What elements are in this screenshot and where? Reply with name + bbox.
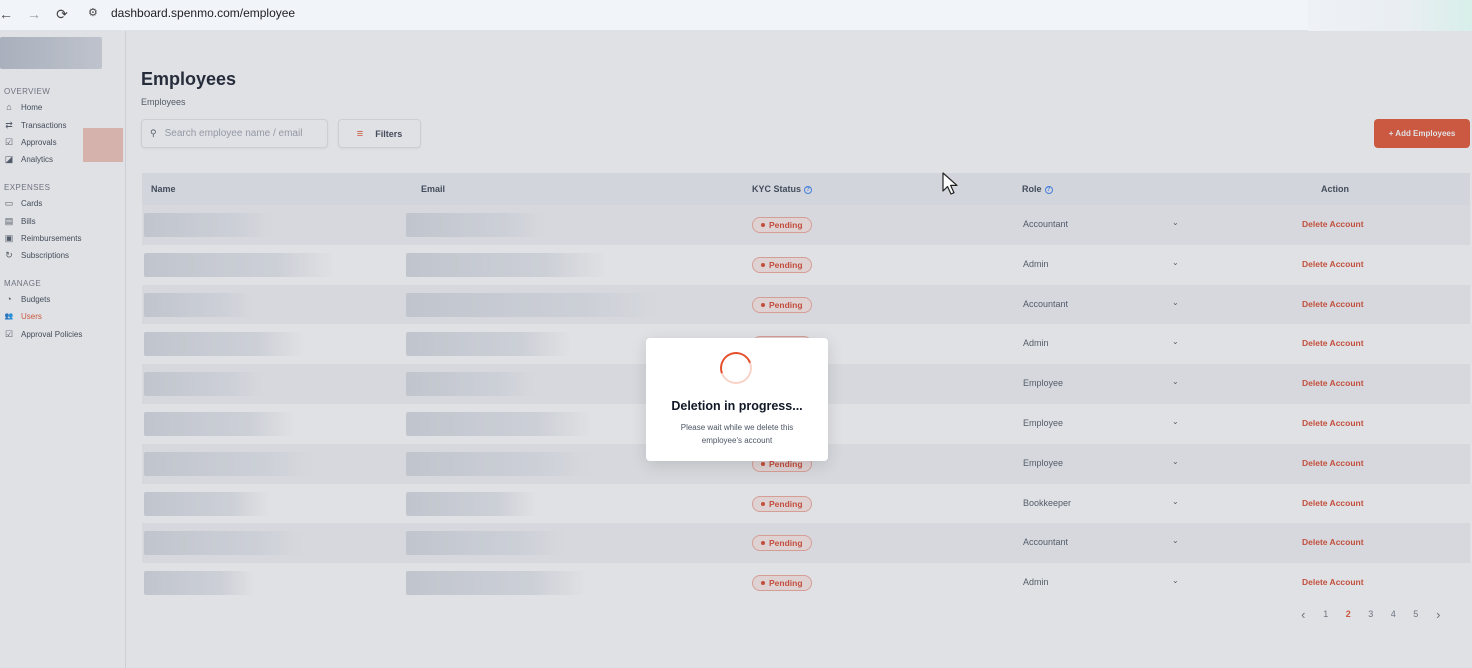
dialog-message: Please wait while we delete this employe…: [680, 423, 794, 445]
deletion-progress-dialog: Deletion in progress... Please wait whil…: [646, 338, 828, 461]
loading-spinner-icon: [714, 346, 758, 390]
site-settings-icon[interactable]: ⚙: [88, 6, 98, 19]
reload-icon[interactable]: ⟳: [52, 4, 72, 24]
browser-extensions-blurred: [1308, 0, 1472, 31]
forward-arrow-icon[interactable]: →: [24, 4, 44, 24]
back-arrow-icon[interactable]: ←: [0, 4, 16, 24]
mouse-cursor-icon: [942, 172, 958, 195]
address-bar[interactable]: dashboard.spenmo.com/employee: [111, 6, 295, 20]
dialog-title: Deletion in progress...: [671, 399, 803, 413]
browser-toolbar: ← → ⟳ ⚙ dashboard.spenmo.com/employee: [0, 0, 1472, 31]
